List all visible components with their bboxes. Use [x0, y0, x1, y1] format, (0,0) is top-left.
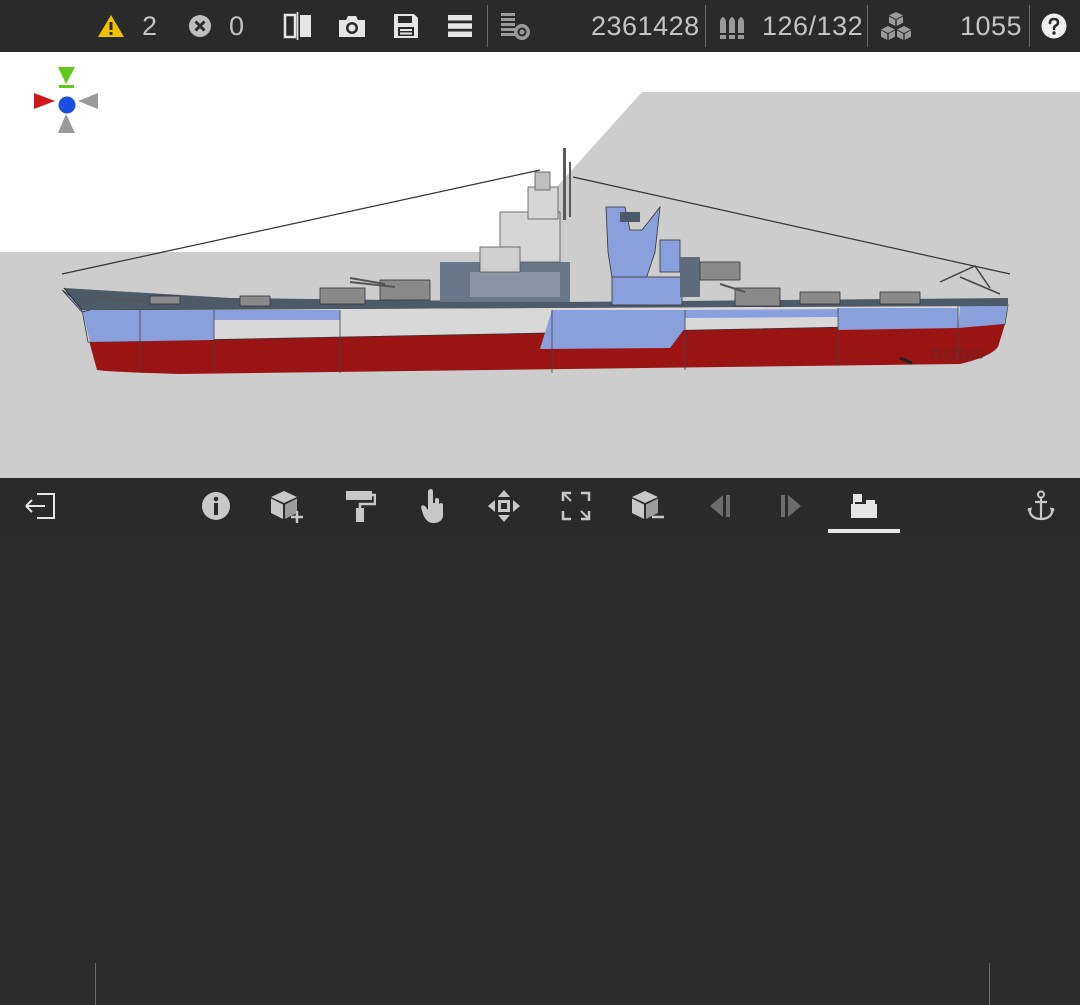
bottom-divider	[95, 963, 96, 1005]
previous-icon	[710, 494, 730, 517]
toolbar-divider	[1029, 5, 1030, 47]
ammo-shells-icon	[719, 17, 745, 39]
errors-indicator[interactable]: 0	[188, 0, 245, 52]
resize-button[interactable]	[548, 478, 604, 533]
bottom-divider	[989, 963, 990, 1005]
warnings-count: 2	[142, 10, 158, 41]
active-tool-indicator	[828, 529, 900, 533]
parts-count: 1055	[960, 0, 1022, 52]
camera-icon	[339, 16, 365, 37]
gizmo-center-icon	[58, 96, 76, 114]
parts-count-value: 1055	[960, 10, 1023, 41]
ship-view-button[interactable]	[836, 478, 892, 533]
exit-button[interactable]	[12, 478, 68, 533]
floppy-disk-icon	[394, 14, 418, 38]
select-button[interactable]	[405, 478, 461, 533]
info-icon	[202, 491, 230, 520]
bottom-toolbar	[0, 478, 1080, 1005]
next-button[interactable]	[763, 478, 819, 533]
anchor-button[interactable]	[1013, 478, 1069, 533]
mirror-split-icon	[283, 12, 311, 40]
paint-roller-icon	[346, 490, 376, 522]
warning-triangle-icon	[98, 15, 124, 37]
remove-part-icon	[632, 490, 664, 519]
menu-button[interactable]	[447, 0, 473, 52]
toolbar-divider	[705, 5, 706, 47]
toolbar-divider	[487, 5, 488, 47]
ammo-value: 126/132	[762, 10, 864, 41]
error-circle-x-icon	[189, 15, 211, 37]
viewport-scene	[0, 52, 1080, 478]
top-toolbar: 2 0 2361428 126/132 1055	[0, 0, 1080, 52]
cost-indicator	[500, 0, 532, 52]
paint-button[interactable]	[332, 478, 388, 533]
help-question-icon	[1041, 13, 1067, 39]
toolbar-divider	[867, 5, 868, 47]
next-icon	[781, 494, 801, 517]
ammo-indicator: 126/132	[718, 0, 863, 52]
parts-indicator	[880, 0, 912, 52]
add-part-icon	[271, 490, 303, 523]
ship-cost: 2361428	[591, 0, 700, 52]
mirror-button[interactable]	[283, 0, 313, 52]
add-part-button[interactable]	[259, 478, 315, 533]
info-button[interactable]	[188, 478, 244, 533]
errors-count: 0	[229, 10, 245, 41]
cubes-stack-icon	[881, 12, 911, 40]
hand-select-icon	[421, 488, 443, 523]
coin-stack-icon	[501, 13, 530, 40]
move-arrows-icon	[488, 489, 520, 522]
ship-view-icon	[851, 493, 877, 518]
resize-icon	[561, 491, 591, 520]
exit-icon	[25, 492, 55, 519]
remove-part-button[interactable]	[620, 478, 676, 533]
save-button[interactable]	[393, 0, 419, 52]
ship-editor-viewport[interactable]	[0, 52, 1080, 478]
hamburger-menu-icon	[448, 15, 472, 37]
move-button[interactable]	[476, 478, 532, 533]
warnings-indicator[interactable]: 2	[97, 0, 158, 52]
screenshot-button[interactable]	[337, 0, 367, 52]
ship-cost-value: 2361428	[591, 10, 700, 41]
previous-button[interactable]	[692, 478, 748, 533]
anchor-icon	[1027, 490, 1055, 520]
help-button[interactable]	[1041, 0, 1067, 52]
